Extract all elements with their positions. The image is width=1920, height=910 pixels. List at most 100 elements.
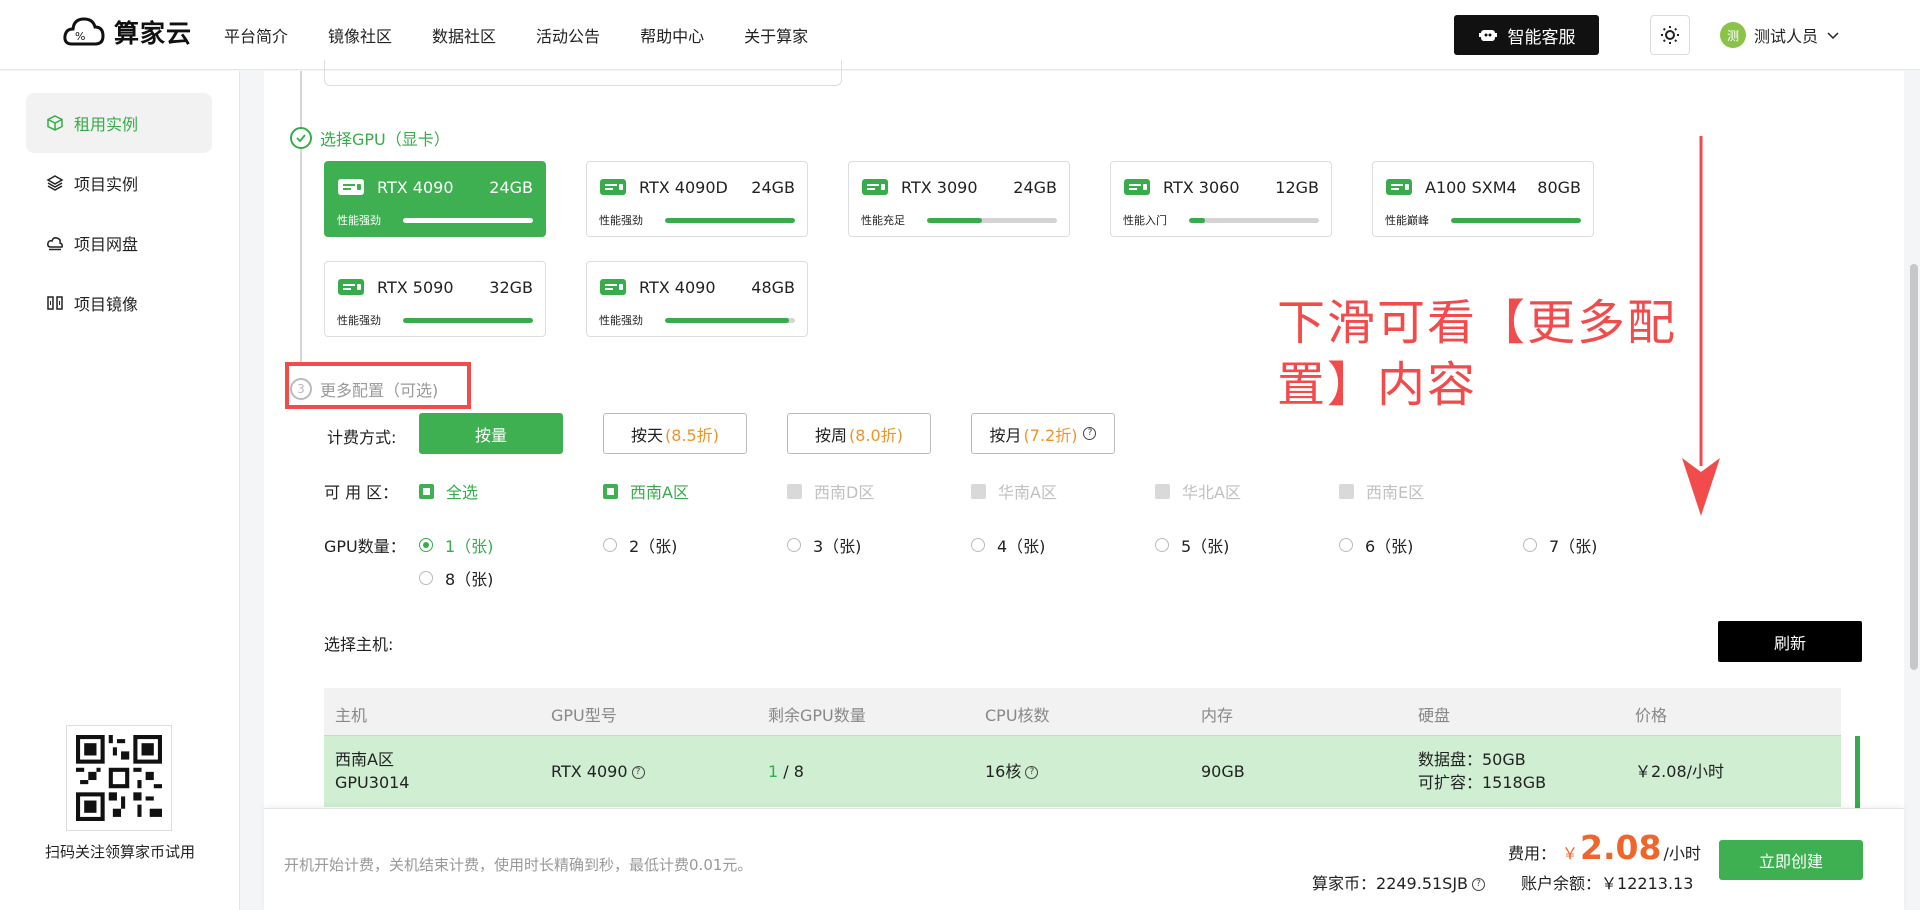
gpu-card[interactable]: RTX 3090 24GB 性能充足 (848, 161, 1070, 237)
gpu-count-radio[interactable]: 3（张) (787, 533, 861, 557)
gpu-count-radio[interactable]: 1（张) (419, 533, 493, 557)
host-label: 选择主机: (324, 635, 394, 654)
gpu-card[interactable]: RTX 4090 24GB 性能强劲 (324, 161, 546, 237)
zone-checkbox: 西南E区 (1339, 479, 1424, 503)
zone-option-label: 西南E区 (1366, 483, 1425, 502)
gpu-card-header: RTX 5090 32GB (337, 276, 533, 298)
gpu-count-radio[interactable]: 2（张) (603, 533, 677, 557)
gpu-card[interactable]: RTX 5090 32GB 性能强劲 (324, 261, 546, 337)
gpu-count-radio[interactable]: 7（张) (1523, 533, 1597, 557)
th-cpu: CPU核数 (985, 706, 1050, 725)
gpu-card-icon (1386, 179, 1412, 195)
smart-service-button[interactable]: 智能客服 (1454, 15, 1599, 55)
billing-daily[interactable]: 按天 (8.5折) (603, 413, 747, 454)
user-name: 测试人员 (1754, 27, 1819, 46)
gpu-card-icon (862, 179, 888, 195)
robot-icon (1478, 30, 1497, 41)
help-icon[interactable]: ? (1472, 878, 1486, 891)
zone-option-label: 华北A区 (1182, 483, 1241, 502)
billing-monthly[interactable]: 按月 (7.2折) ? (971, 413, 1115, 454)
zone-checkbox[interactable]: 全选 (419, 479, 478, 503)
coin-value: 2249.51SJB (1376, 874, 1469, 893)
account-balance: 账户余额：￥12213.13 (1521, 870, 1693, 894)
billing-option-label: 按月 (989, 425, 1022, 445)
gpu-card-footer: 性能充足 (861, 212, 1057, 228)
gpu-count-radio[interactable]: 4（张) (971, 533, 1045, 557)
sidebar: 租用实例 项目实例 项目网盘 项目镜像 扫码关注领算家币试用 (0, 71, 240, 910)
radio-icon (971, 538, 985, 552)
cloud-logo-icon: % (63, 17, 105, 46)
help-icon[interactable]: ? (1025, 766, 1039, 779)
row-selected-indicator (1855, 736, 1860, 808)
sidebar-item-rent-instance[interactable]: 租用实例 (26, 93, 212, 153)
user-menu[interactable]: 测 测试人员 (1720, 22, 1840, 48)
gpu-perf-level: 性能巅峰 (1385, 214, 1429, 227)
radio-icon (603, 538, 617, 552)
cell-price: ￥2.08/小时 (1635, 762, 1725, 781)
th-price: 价格 (1635, 706, 1668, 725)
billing-pay-as-you-go[interactable]: 按量 (419, 413, 563, 454)
cloud-drive-icon (47, 237, 63, 251)
gpu-card-icon (338, 179, 364, 195)
gpu-count-option-label: 5（张) (1181, 537, 1230, 556)
gpu-card-footer: 性能入门 (1123, 212, 1319, 228)
gpu-card-footer: 性能强劲 (337, 212, 533, 228)
perf-bar-fill (1451, 217, 1581, 223)
create-now-button[interactable]: 立即创建 (1719, 840, 1863, 880)
zone-label: 可 用 区： (324, 483, 399, 502)
th-host: 主机 (335, 706, 368, 725)
nav-images[interactable]: 镜像社区 (328, 23, 392, 47)
billing-option-label: 按周 (815, 425, 848, 445)
checkbox-icon (1155, 483, 1170, 499)
gpu-card[interactable]: A100 SXM4 80GB 性能巅峰 (1372, 161, 1594, 237)
brand-name: 算家云 (114, 19, 193, 48)
gpu-count-option-label: 6（张) (1365, 537, 1414, 556)
refresh-button[interactable]: 刷新 (1718, 621, 1862, 662)
billing-discount: (7.2折) (1023, 425, 1078, 445)
nav-platform[interactable]: 平台简介 (224, 23, 288, 47)
gpu-memory: 24GB (1013, 177, 1057, 197)
sidebar-item-project-drive[interactable]: 项目网盘 (26, 213, 212, 273)
gpu-count-radio[interactable]: 6（张) (1339, 533, 1413, 557)
step-gpu-title: 选择GPU（显卡） (320, 130, 450, 149)
gpu-card[interactable]: RTX 4090 48GB 性能强劲 (586, 261, 808, 337)
zone-checkbox: 华北A区 (1155, 479, 1241, 503)
nav-data[interactable]: 数据社区 (432, 23, 496, 47)
cell-cpu: 16核? (985, 760, 1039, 783)
cell-remain-num: 1 (768, 762, 779, 781)
sun-icon (1661, 26, 1679, 44)
gpu-count-option-label: 2（张) (629, 537, 678, 556)
gpu-card[interactable]: RTX 4090D 24GB 性能强劲 (586, 161, 808, 237)
table-row[interactable]: 西南A区 GPU3014 RTX 4090? 1 / 8 16核? 90GB 数… (324, 735, 1841, 807)
billing-note: 开机开始计费，关机结束计费，使用时长精确到秒，最低计费0.01元。 (284, 856, 753, 874)
gpu-count-radio[interactable]: 8（张) (419, 566, 493, 590)
cell-memory: 90GB (1201, 762, 1245, 781)
nav-about[interactable]: 关于算家 (744, 23, 808, 47)
checkbox-icon (971, 483, 986, 499)
checkbox-icon (787, 483, 802, 499)
sidebar-item-project-image[interactable]: 项目镜像 (26, 273, 212, 333)
gpu-card-header: A100 SXM4 80GB (1385, 176, 1581, 198)
qr-code (66, 725, 172, 831)
gpu-card[interactable]: RTX 3060 12GB 性能入门 (1110, 161, 1332, 237)
help-icon[interactable]: ? (1083, 427, 1097, 440)
gpu-card-header: RTX 3090 24GB (861, 176, 1057, 198)
step-more-title: 更多配置（可选) (320, 381, 439, 400)
logo[interactable]: % 算家云 (62, 14, 192, 50)
scrollbar[interactable] (1910, 264, 1918, 670)
perf-bar (665, 317, 795, 323)
theme-toggle-button[interactable] (1650, 15, 1690, 55)
gpu-perf-level: 性能强劲 (337, 314, 381, 327)
nav-help[interactable]: 帮助中心 (640, 23, 704, 47)
zone-checkbox[interactable]: 西南A区 (603, 479, 689, 503)
sidebar-item-project-instance[interactable]: 项目实例 (26, 153, 212, 213)
th-gpu-model: GPU型号 (551, 706, 617, 725)
cell-disk-expand: 可扩容：1518GB (1418, 773, 1547, 792)
nav-events[interactable]: 活动公告 (536, 23, 600, 47)
gpu-count-radio[interactable]: 5（张) (1155, 533, 1229, 557)
billing-weekly[interactable]: 按周 (8.0折) (787, 413, 931, 454)
help-icon[interactable]: ? (631, 766, 645, 779)
step-gpu: 选择GPU（显卡） (290, 126, 450, 150)
previous-section-box (324, 60, 842, 86)
perf-bar-fill (927, 217, 982, 223)
